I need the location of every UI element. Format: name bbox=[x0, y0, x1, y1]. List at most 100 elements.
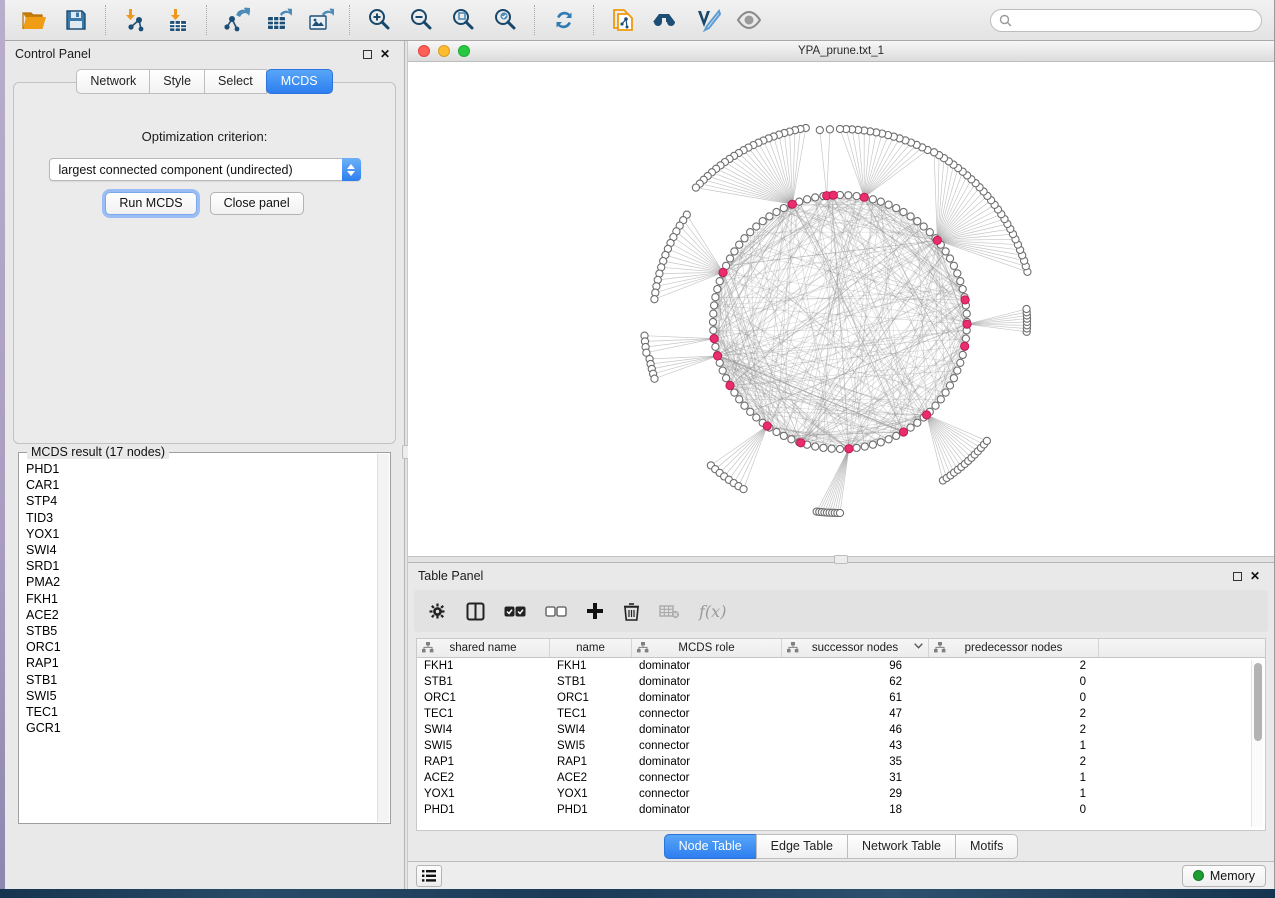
table-cell[interactable]: SWI5 bbox=[550, 740, 632, 752]
table-cell[interactable]: FKH1 bbox=[550, 660, 632, 672]
tab-network[interactable]: Network bbox=[76, 69, 150, 94]
show-columns-icon[interactable] bbox=[466, 599, 485, 623]
export-table-icon[interactable] bbox=[261, 4, 295, 36]
result-item[interactable]: GCR1 bbox=[26, 720, 377, 736]
table-cell[interactable]: 46 bbox=[782, 724, 929, 736]
result-item[interactable]: CAR1 bbox=[26, 477, 377, 493]
table-scrollbar[interactable] bbox=[1251, 660, 1263, 827]
table-cell[interactable]: TEC1 bbox=[550, 708, 632, 720]
result-item[interactable]: STB1 bbox=[26, 672, 377, 688]
save-session-icon[interactable] bbox=[59, 4, 93, 36]
result-item[interactable]: TEC1 bbox=[26, 704, 377, 720]
deselect-all-checkboxes-icon[interactable] bbox=[545, 599, 567, 623]
float-panel-icon[interactable] bbox=[358, 46, 376, 62]
select-all-checkboxes-icon[interactable] bbox=[504, 599, 526, 623]
table-settings-icon[interactable] bbox=[428, 599, 447, 623]
delete-columns-icon[interactable] bbox=[623, 599, 640, 623]
export-image-icon[interactable] bbox=[303, 4, 337, 36]
result-item[interactable]: ACE2 bbox=[26, 607, 377, 623]
table-cell[interactable]: 0 bbox=[929, 676, 1099, 688]
table-cell[interactable]: 1 bbox=[929, 772, 1099, 784]
table-cell[interactable]: ACE2 bbox=[550, 772, 632, 784]
tab-edge-table[interactable]: Edge Table bbox=[756, 834, 848, 859]
table-row[interactable]: STB1STB1dominator620 bbox=[417, 674, 1265, 690]
run-mcds-button[interactable]: Run MCDS bbox=[105, 192, 196, 215]
close-window-icon[interactable] bbox=[418, 45, 430, 57]
criterion-dropdown[interactable]: largest connected component (undirected) bbox=[49, 158, 361, 181]
import-network-icon[interactable] bbox=[118, 4, 152, 36]
tab-style[interactable]: Style bbox=[149, 69, 205, 94]
apply-style-icon[interactable] bbox=[690, 4, 724, 36]
table-scrollbar-thumb[interactable] bbox=[1254, 663, 1262, 741]
zoom-fit-icon[interactable] bbox=[446, 4, 480, 36]
network-canvas[interactable] bbox=[408, 62, 1274, 556]
memory-button[interactable]: Memory bbox=[1182, 865, 1266, 887]
table-cell[interactable]: dominator bbox=[632, 692, 782, 704]
column-header-MCDS-role[interactable]: MCDS role bbox=[632, 639, 782, 657]
add-column-icon[interactable] bbox=[586, 599, 604, 623]
table-cell[interactable]: dominator bbox=[632, 756, 782, 768]
result-item[interactable]: PHD1 bbox=[26, 461, 377, 477]
delete-table-icon[interactable] bbox=[659, 599, 680, 623]
table-cell[interactable]: 2 bbox=[929, 660, 1099, 672]
table-cell[interactable]: 0 bbox=[929, 692, 1099, 704]
table-cell[interactable]: YOX1 bbox=[550, 788, 632, 800]
zoom-selected-icon[interactable] bbox=[488, 4, 522, 36]
tab-node-table[interactable]: Node Table bbox=[664, 834, 757, 859]
mcds-result-list[interactable]: PHD1CAR1STP4TID3YOX1SWI4SRD1PMA2FKH1ACE2… bbox=[20, 454, 377, 822]
table-cell[interactable]: 35 bbox=[782, 756, 929, 768]
table-cell[interactable]: connector bbox=[632, 708, 782, 720]
tab-select[interactable]: Select bbox=[204, 69, 267, 94]
table-row[interactable]: ACE2ACE2connector311 bbox=[417, 770, 1265, 786]
table-cell[interactable]: 29 bbox=[782, 788, 929, 800]
result-item[interactable]: FKH1 bbox=[26, 591, 377, 607]
table-cell[interactable]: SWI4 bbox=[550, 724, 632, 736]
table-cell[interactable]: 18 bbox=[782, 804, 929, 816]
table-cell[interactable]: SWI5 bbox=[417, 740, 550, 752]
table-cell[interactable]: 31 bbox=[782, 772, 929, 784]
minimize-window-icon[interactable] bbox=[438, 45, 450, 57]
table-cell[interactable]: 43 bbox=[782, 740, 929, 752]
table-cell[interactable]: 2 bbox=[929, 756, 1099, 768]
result-item[interactable]: TID3 bbox=[26, 510, 377, 526]
table-row[interactable]: PHD1PHD1dominator180 bbox=[417, 802, 1265, 818]
table-row[interactable]: SWI4SWI4dominator462 bbox=[417, 722, 1265, 738]
result-item[interactable]: ORC1 bbox=[26, 639, 377, 655]
table-row[interactable]: TEC1TEC1connector472 bbox=[417, 706, 1265, 722]
export-network-icon[interactable] bbox=[219, 4, 253, 36]
table-cell[interactable]: 96 bbox=[782, 660, 929, 672]
zoom-in-icon[interactable] bbox=[362, 4, 396, 36]
zoom-out-icon[interactable] bbox=[404, 4, 438, 36]
table-row[interactable]: RAP1RAP1dominator352 bbox=[417, 754, 1265, 770]
table-cell[interactable]: dominator bbox=[632, 676, 782, 688]
table-cell[interactable]: 1 bbox=[929, 788, 1099, 800]
table-cell[interactable]: TEC1 bbox=[417, 708, 550, 720]
result-item[interactable]: SWI5 bbox=[26, 688, 377, 704]
tab-motifs[interactable]: Motifs bbox=[955, 834, 1018, 859]
table-row[interactable]: SWI5SWI5connector431 bbox=[417, 738, 1265, 754]
table-cell[interactable]: connector bbox=[632, 740, 782, 752]
horizontal-splitter[interactable] bbox=[408, 556, 1274, 563]
search-neighbors-icon[interactable] bbox=[648, 4, 682, 36]
column-header-predecessor-nodes[interactable]: predecessor nodes bbox=[929, 639, 1099, 657]
table-row[interactable]: FKH1FKH1dominator962 bbox=[417, 658, 1265, 674]
close-panel-icon[interactable]: ✕ bbox=[376, 46, 394, 62]
table-cell[interactable]: connector bbox=[632, 788, 782, 800]
table-cell[interactable]: 47 bbox=[782, 708, 929, 720]
column-header-shared-name[interactable]: shared name bbox=[417, 639, 550, 657]
result-item[interactable]: SRD1 bbox=[26, 558, 377, 574]
splitter-handle[interactable] bbox=[834, 555, 848, 564]
table-cell[interactable]: ACE2 bbox=[417, 772, 550, 784]
result-item[interactable]: SWI4 bbox=[26, 542, 377, 558]
table-cell[interactable]: FKH1 bbox=[417, 660, 550, 672]
result-item[interactable]: RAP1 bbox=[26, 655, 377, 671]
table-cell[interactable]: 2 bbox=[929, 708, 1099, 720]
result-item[interactable]: STP4 bbox=[26, 493, 377, 509]
maximize-window-icon[interactable] bbox=[458, 45, 470, 57]
table-cell[interactable]: connector bbox=[632, 772, 782, 784]
table-cell[interactable]: 2 bbox=[929, 724, 1099, 736]
toggle-visibility-icon[interactable] bbox=[732, 4, 766, 36]
share-network-icon[interactable] bbox=[606, 4, 640, 36]
result-item[interactable]: PMA2 bbox=[26, 574, 377, 590]
table-row[interactable]: ORC1ORC1dominator610 bbox=[417, 690, 1265, 706]
